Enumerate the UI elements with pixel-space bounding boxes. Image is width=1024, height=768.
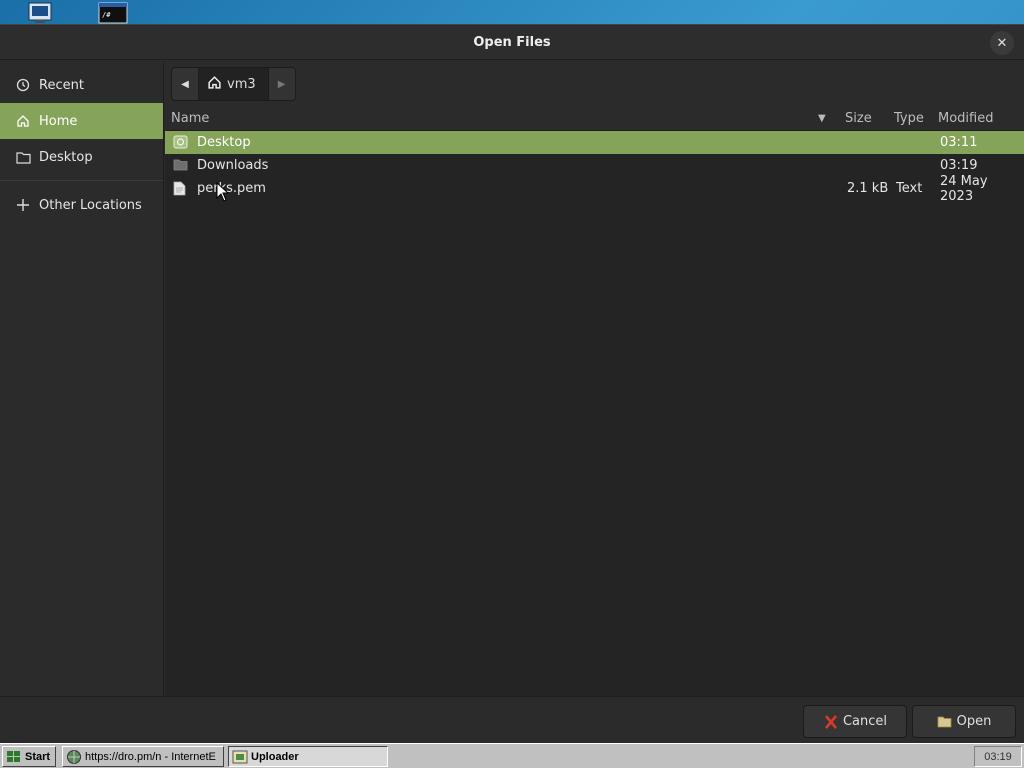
start-label: Start	[25, 750, 51, 763]
close-button[interactable]: ✕	[990, 31, 1014, 55]
path-forward-button[interactable]: ▶	[268, 68, 295, 100]
clock-icon	[14, 76, 32, 94]
file-size: 2.1 kB	[847, 181, 889, 196]
file-browser: ◀ vm3 ▶ Name ▼ Size Type Modified Deskto…	[165, 61, 1024, 696]
file-name: Desktop	[197, 135, 251, 150]
open-folder-icon	[937, 715, 953, 729]
open-label: Open	[956, 714, 992, 729]
column-header-modified[interactable]: Modified	[938, 111, 993, 126]
file-modified: 03:19	[940, 158, 978, 173]
table-row[interactable]: Desktop 03:11	[165, 131, 1024, 154]
file-list: Desktop 03:11 Downloads 03:19 perks.pem	[165, 131, 1024, 204]
file-name: Downloads	[197, 158, 269, 173]
dialog-title: Open Files	[473, 34, 551, 50]
open-files-dialog: Open Files ✕ Recent Home Desktop Other L…	[0, 24, 1024, 744]
sidebar-item-label: Recent	[39, 77, 84, 93]
home-icon	[207, 75, 222, 94]
taskbar-item-label: https://dro.pm/n - InternetE	[85, 750, 216, 763]
desktop-terminal-icon[interactable]: /#	[98, 2, 128, 24]
list-header: Name ▼ Size Type Modified	[165, 107, 1024, 131]
sidebar-item-label: Other Locations	[39, 197, 142, 213]
browser-globe-icon	[66, 749, 82, 765]
dialog-titlebar: Open Files ✕	[0, 25, 1024, 60]
home-icon	[14, 112, 32, 130]
file-icon	[173, 181, 188, 196]
svg-text:/#: /#	[102, 11, 111, 19]
file-modified: 24 May 2023	[940, 173, 988, 204]
sidebar-item-desktop[interactable]: Desktop	[0, 139, 163, 175]
path-bar: ◀ vm3 ▶	[165, 61, 1024, 107]
sidebar-divider	[0, 180, 163, 181]
places-sidebar: Recent Home Desktop Other Locations	[0, 61, 164, 696]
start-button[interactable]: Start	[2, 746, 56, 767]
close-icon: ✕	[996, 35, 1008, 51]
plus-icon	[14, 196, 32, 214]
column-header-size[interactable]: Size	[845, 111, 872, 126]
folder-icon	[173, 158, 188, 173]
column-header-type[interactable]: Type	[894, 111, 924, 126]
column-header-name[interactable]: Name	[171, 111, 209, 126]
sidebar-item-label: Desktop	[39, 149, 93, 165]
taskbar-item-uploader[interactable]: Uploader	[228, 746, 388, 767]
open-button[interactable]: Open	[912, 705, 1016, 738]
folder-icon	[14, 148, 32, 166]
dialog-footer: Cancel Open	[0, 696, 1024, 744]
mouse-cursor-icon	[216, 181, 230, 206]
chevron-left-icon: ◀	[181, 78, 189, 90]
file-type: Text	[896, 181, 923, 196]
sort-down-icon[interactable]: ▼	[818, 113, 826, 124]
system-tray-clock: 03:19	[974, 746, 1022, 767]
file-name: perks.pem	[197, 181, 266, 196]
taskbar-item-label: Uploader	[251, 750, 299, 763]
path-home-button[interactable]: vm3	[198, 68, 269, 100]
cancel-button[interactable]: Cancel	[803, 705, 907, 738]
sidebar-item-home[interactable]: Home	[0, 103, 163, 139]
cancel-x-icon	[823, 714, 839, 730]
breadcrumb: ◀ vm3 ▶	[171, 67, 296, 101]
path-back-button[interactable]: ◀	[172, 68, 198, 100]
taskbar: Start https://dro.pm/n - InternetE Uploa…	[0, 743, 1024, 768]
table-row[interactable]: perks.pem 2.1 kB Text 24 May 2023	[165, 174, 1024, 204]
uploader-app-icon	[232, 749, 248, 765]
chevron-right-icon: ▶	[277, 78, 286, 90]
clock-text: 03:19	[984, 750, 1012, 763]
start-logo-icon	[6, 750, 22, 764]
cancel-label: Cancel	[842, 714, 888, 729]
desktop-folder-icon	[173, 135, 188, 150]
sidebar-item-label: Home	[39, 113, 78, 129]
path-current-label: vm3	[227, 76, 256, 92]
sidebar-item-recent[interactable]: Recent	[0, 67, 163, 103]
taskbar-item-browser[interactable]: https://dro.pm/n - InternetE	[62, 746, 224, 767]
table-row[interactable]: Downloads 03:19	[165, 154, 1024, 177]
desktop-computer-icon[interactable]	[27, 2, 53, 24]
file-modified: 03:11	[940, 135, 978, 150]
sidebar-item-other-locations[interactable]: Other Locations	[0, 187, 163, 223]
